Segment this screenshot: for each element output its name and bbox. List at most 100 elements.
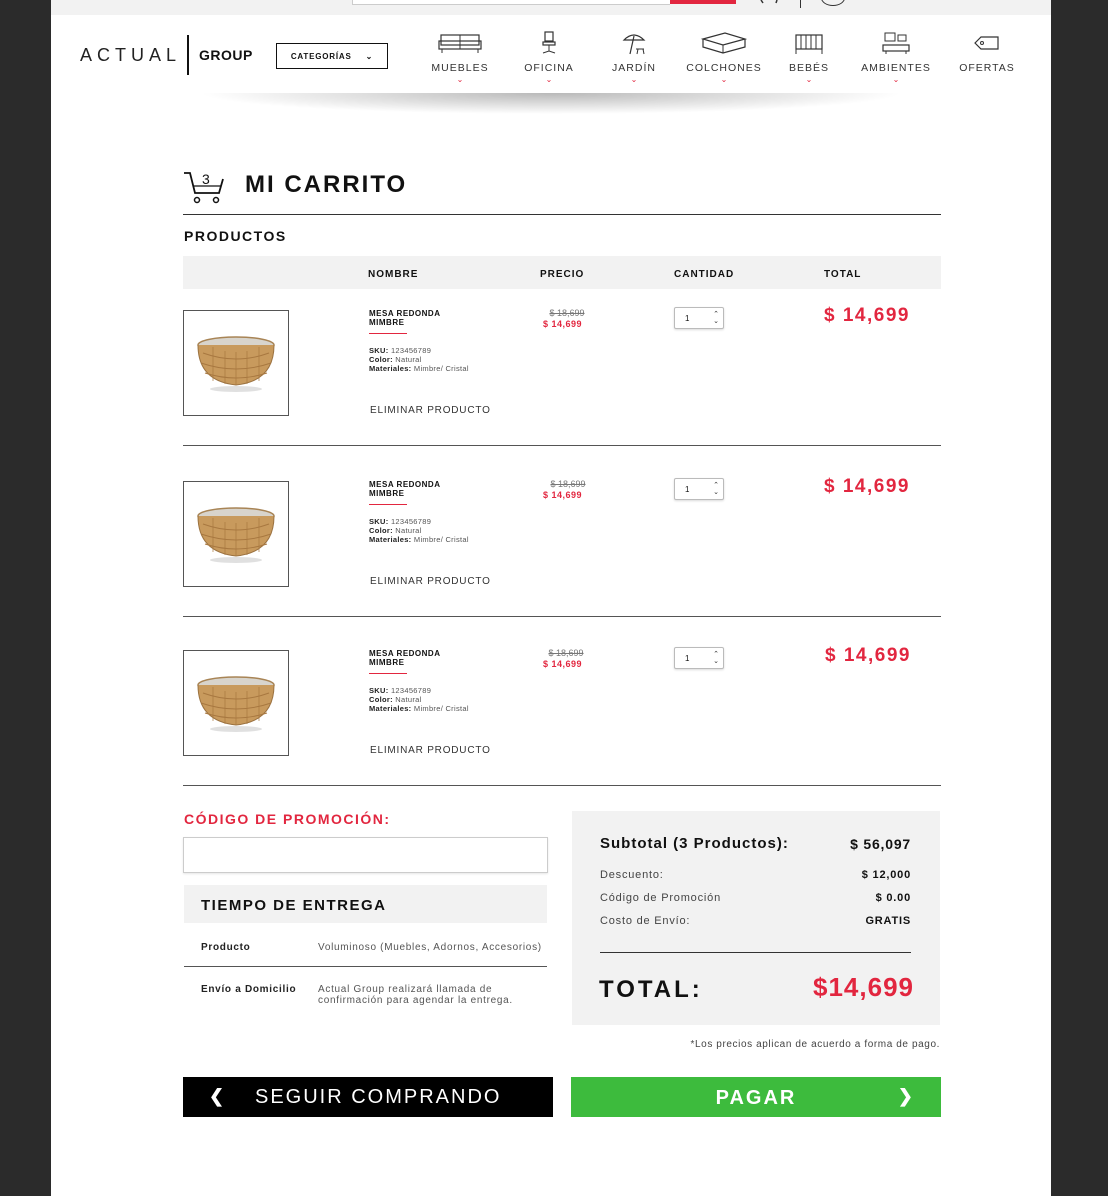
sku-label: SKU:: [369, 686, 389, 695]
remove-product-link[interactable]: ELIMINAR PRODUCTO: [370, 745, 491, 756]
order-summary: Subtotal (3 Productos): $ 56,097 Descuen…: [572, 811, 940, 1025]
search-input[interactable]: [352, 0, 670, 5]
remove-product-link[interactable]: ELIMINAR PRODUCTO: [370, 576, 491, 587]
product-name[interactable]: MESA REDONDA MIMBRE: [369, 309, 459, 327]
nav-item-bebes[interactable]: BEBÉS ⌄: [769, 31, 849, 84]
stepper-arrows-icon[interactable]: ⌃ ⌄: [713, 651, 719, 665]
materials-label: Materiales:: [369, 704, 412, 713]
chevron-down-icon: ⌄: [456, 75, 464, 84]
promo-code-input[interactable]: [183, 837, 548, 873]
promo-summary-label: Código de Promoción: [600, 892, 721, 904]
delivery-value: Voluminoso (Muebles, Adornos, Accesorios…: [318, 942, 542, 953]
user-icon[interactable]: [821, 0, 845, 6]
umbrella-icon: [622, 34, 646, 55]
col-total: TOTAL: [824, 269, 862, 280]
chevron-down-icon: ⌄: [720, 75, 728, 84]
line-total: $ 14,699: [825, 645, 911, 666]
promo-code-label: CÓDIGO DE PROMOCIÓN:: [184, 811, 391, 827]
color-label: Color:: [369, 355, 393, 364]
nav-item-colchones[interactable]: COLCHONES ⌄: [684, 31, 764, 84]
sku-label: SKU:: [369, 517, 389, 526]
pay-button[interactable]: PAGAR ❯: [571, 1077, 941, 1117]
table-header: NOMBRE PRECIO CANTIDAD TOTAL: [183, 256, 941, 289]
nav-label: MUEBLES: [431, 62, 489, 74]
materials-value: Mimbre/ Cristal: [413, 535, 469, 544]
sku-value: 123456789: [390, 346, 432, 355]
materials-value: Mimbre/ Cristal: [413, 364, 469, 373]
nav-item-muebles[interactable]: MUEBLES ⌄: [420, 31, 500, 84]
promo-summary-value: $ 0.00: [875, 892, 911, 904]
nav-label: JARDÍN: [612, 62, 656, 74]
chevron-down-icon: ⌄: [892, 75, 900, 84]
search-button[interactable]: [670, 0, 736, 4]
nav-label: OFERTAS: [959, 62, 1015, 74]
product-name[interactable]: MESA REDONDA MIMBRE: [369, 649, 459, 667]
product-meta: SKU: 123456789 Color: Natural Materiales…: [369, 686, 469, 713]
page-title: MI CARRITO: [245, 171, 408, 198]
cart-title-row: 3 MI CARRITO: [183, 167, 941, 215]
nav-item-jardin[interactable]: JARDÍN ⌄: [594, 31, 674, 84]
product-name-underline: [369, 673, 407, 674]
pay-label: PAGAR: [715, 1087, 797, 1109]
nav-label: OFICINA: [524, 62, 574, 74]
continue-shopping-button[interactable]: ❮ SEGUIR COMPRANDO: [183, 1077, 553, 1117]
products-heading: PRODUCTOS: [184, 228, 287, 244]
round-wicker-table-image: [197, 336, 275, 392]
product-name[interactable]: MESA REDONDA MIMBRE: [369, 480, 459, 498]
nav-label: COLCHONES: [686, 62, 762, 74]
product-meta: SKU: 123456789 Color: Natural Materiales…: [369, 346, 469, 373]
sku-label: SKU:: [369, 346, 389, 355]
sale-price: $ 14,699: [543, 319, 583, 329]
color-label: Color:: [369, 695, 393, 704]
sku-value: 123456789: [390, 517, 432, 526]
tag-icon: [974, 36, 999, 50]
crib-icon: [795, 34, 823, 54]
main-nav: MUEBLES ⌄ OFICINA ⌄ JARDÍN ⌄ COLCHONES ⌄…: [51, 31, 1051, 97]
chevron-down-icon: ⌄: [630, 75, 638, 84]
discount-value: $ 12,000: [861, 869, 911, 881]
quantity-stepper[interactable]: 1 ⌃ ⌄: [674, 647, 724, 669]
product-meta: SKU: 123456789 Color: Natural Materiales…: [369, 517, 469, 544]
table-row: MESA REDONDA MIMBRE SKU: 123456789 Color…: [183, 460, 941, 617]
divider: [600, 952, 911, 953]
remove-product-link[interactable]: ELIMINAR PRODUCTO: [370, 405, 491, 416]
materials-label: Materiales:: [369, 535, 412, 544]
col-price: PRECIO: [540, 269, 585, 280]
total-value: $14,699: [813, 972, 914, 1002]
product-image[interactable]: [183, 310, 289, 416]
product-image[interactable]: [183, 481, 289, 587]
header: ACTUAL GROUP CATEGORÍAS ⌄ MUEBLES ⌄ OFIC…: [51, 15, 1051, 97]
delivery-time-heading: TIEMPO DE ENTREGA: [184, 885, 547, 923]
color-value: Natural: [395, 695, 422, 704]
header-shadow: [51, 93, 1051, 123]
line-total: $ 14,699: [824, 476, 910, 497]
materials-value: Mimbre/ Cristal: [413, 704, 469, 713]
nav-item-ambientes[interactable]: AMBIENTES ⌄: [856, 31, 936, 84]
chevron-left-icon: ❮: [209, 1086, 227, 1106]
sofa-icon: [438, 34, 482, 53]
round-wicker-table-image: [197, 507, 275, 563]
cart-icon[interactable]: [759, 0, 781, 5]
product-image[interactable]: [183, 650, 289, 756]
divider: [800, 0, 801, 8]
sku-value: 123456789: [390, 686, 432, 695]
table-row: MESA REDONDA MIMBRE SKU: 123456789 Color…: [183, 629, 941, 786]
line-total: $ 14,699: [824, 305, 910, 326]
chevron-down-icon: ⌄: [805, 75, 813, 84]
quantity-value: 1: [685, 654, 690, 663]
shopping-cart-icon: 3: [184, 171, 224, 204]
old-price: $ 18,699: [550, 479, 586, 489]
nav-item-oficina[interactable]: OFICINA ⌄: [509, 31, 589, 84]
nav-item-ofertas[interactable]: OFERTAS: [947, 31, 1027, 74]
cart-count: 3: [202, 171, 210, 187]
quantity-stepper[interactable]: 1 ⌃ ⌄: [674, 478, 724, 500]
stepper-arrows-icon[interactable]: ⌃ ⌄: [713, 482, 719, 496]
shipping-value: GRATIS: [865, 915, 911, 927]
color-value: Natural: [395, 526, 422, 535]
materials-label: Materiales:: [369, 364, 412, 373]
stepper-arrows-icon[interactable]: ⌃ ⌄: [713, 311, 719, 325]
delivery-key: Producto: [201, 942, 251, 953]
quantity-stepper[interactable]: 1 ⌃ ⌄: [674, 307, 724, 329]
old-price: $ 18,699: [549, 308, 585, 318]
subtotal-value: $ 56,097: [850, 836, 911, 852]
